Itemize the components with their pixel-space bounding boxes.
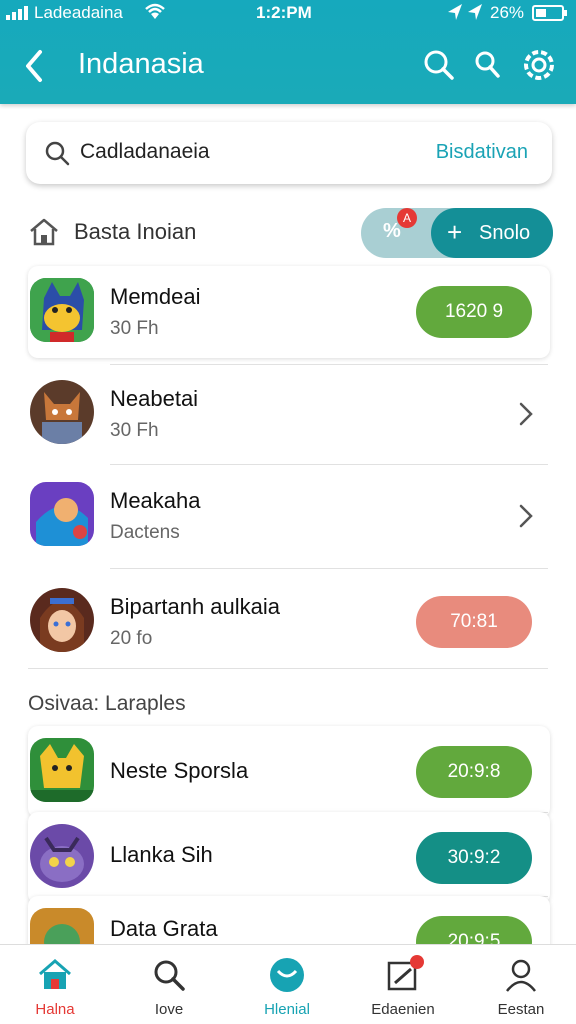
carrier-label: Ladeadaina <box>34 3 123 22</box>
tab-edit[interactable]: Edaenien <box>348 953 458 1023</box>
avatar <box>30 588 94 652</box>
item-subtitle: 20 fo <box>110 628 153 649</box>
value-badge[interactable]: 30:9:2 <box>416 832 532 884</box>
value-badge[interactable]: 20:9:8 <box>416 746 532 798</box>
divider <box>110 464 548 465</box>
divider <box>110 568 548 569</box>
location-icon <box>448 4 482 20</box>
battery-percent: 26% <box>490 3 525 22</box>
search-action-button[interactable]: Bisdativan <box>436 141 528 164</box>
avatar <box>30 380 94 444</box>
tab-search[interactable]: Iove <box>114 953 224 1023</box>
item-name: Memdeai <box>110 284 201 309</box>
item-name: Meakaha <box>110 488 201 513</box>
item-subtitle: Dactens <box>110 522 180 543</box>
back-arrow-icon[interactable] <box>18 46 50 86</box>
signal-icon <box>6 6 28 20</box>
view-toggle[interactable]: % A + Snolo <box>361 208 553 258</box>
tab-label: Iove <box>154 1001 184 1018</box>
value-badge[interactable]: 1620 9 <box>416 286 532 338</box>
chat-icon <box>270 958 304 992</box>
search-input[interactable]: Cadladanaeia <box>80 140 210 164</box>
bottom-nav: Halna Iove Hlenial Edaenien Eestan <box>0 944 576 1024</box>
home-icon <box>39 959 71 989</box>
tab-label: Eestan <box>497 1001 545 1018</box>
tab-profile[interactable]: Eestan <box>466 953 576 1023</box>
item-name: Neabetai <box>110 386 199 411</box>
tab-label: Halna <box>35 1001 75 1018</box>
settings-icon[interactable] <box>522 48 556 82</box>
search-alt-icon[interactable] <box>470 48 504 82</box>
avatar <box>30 738 94 802</box>
notification-badge <box>410 955 424 969</box>
search-icon <box>154 960 185 991</box>
search-icon <box>45 141 70 166</box>
divider <box>28 668 548 669</box>
section-title: Basta Inoian <box>74 219 197 244</box>
toggle-on-label: Snolo <box>479 222 531 244</box>
tab-label: Hlenial <box>264 1001 310 1018</box>
search-bar[interactable]: Cadladanaeia Bisdativan <box>26 122 552 184</box>
item-name: Data Grata <box>110 916 218 941</box>
item-subtitle: 30 Fh <box>110 318 159 339</box>
user-icon <box>506 959 536 992</box>
item-name: Llanka Sih <box>110 842 213 867</box>
chevron-right-icon[interactable] <box>516 400 536 428</box>
page-title: Indanasia <box>78 48 204 80</box>
list-item[interactable]: Memdeai 30 Fh 1620 9 <box>28 266 550 358</box>
wifi-icon <box>145 3 165 19</box>
status-bar: Ladeadaina 1:2:PM 26% <box>0 0 576 26</box>
tab-home[interactable]: Halna <box>0 953 110 1023</box>
tab-messages[interactable]: Hlenial <box>232 953 342 1023</box>
battery-icon <box>532 5 567 21</box>
avatar <box>30 482 94 546</box>
toggle-on-option[interactable]: + Snolo <box>431 208 553 258</box>
avatar <box>30 824 94 888</box>
tab-label: Edaenien <box>371 1001 435 1018</box>
status-time: 1:2:PM <box>256 3 312 22</box>
chevron-right-icon[interactable] <box>516 502 536 530</box>
section-header: Basta Inoian % A + Snolo <box>28 208 556 258</box>
list-item[interactable]: Meakaha Dactens <box>28 470 550 562</box>
plus-icon: + <box>447 217 463 247</box>
toggle-badge: A <box>397 208 417 228</box>
list-item[interactable]: Neabetai 30 Fh <box>28 368 550 460</box>
item-subtitle: 30 Fh <box>110 420 159 441</box>
app-bar: Ladeadaina 1:2:PM 26% Indanasia <box>0 0 576 104</box>
section-subtitle: Osivaa: Laraples <box>28 692 186 715</box>
list-item[interactable]: Llanka Sih 30:9:2 <box>28 812 550 904</box>
value-badge[interactable]: 70:81 <box>416 596 532 648</box>
list-item[interactable]: Neste Sporsla 20:9:8 <box>28 726 550 818</box>
search-icon[interactable] <box>422 48 456 82</box>
divider <box>110 364 548 365</box>
home-icon <box>30 218 58 246</box>
item-name: Bipartanh aulkaia <box>110 594 281 619</box>
item-name: Neste Sporsla <box>110 758 249 783</box>
list-item[interactable]: Bipartanh aulkaia 20 fo 70:81 <box>28 576 550 668</box>
avatar <box>30 278 94 342</box>
